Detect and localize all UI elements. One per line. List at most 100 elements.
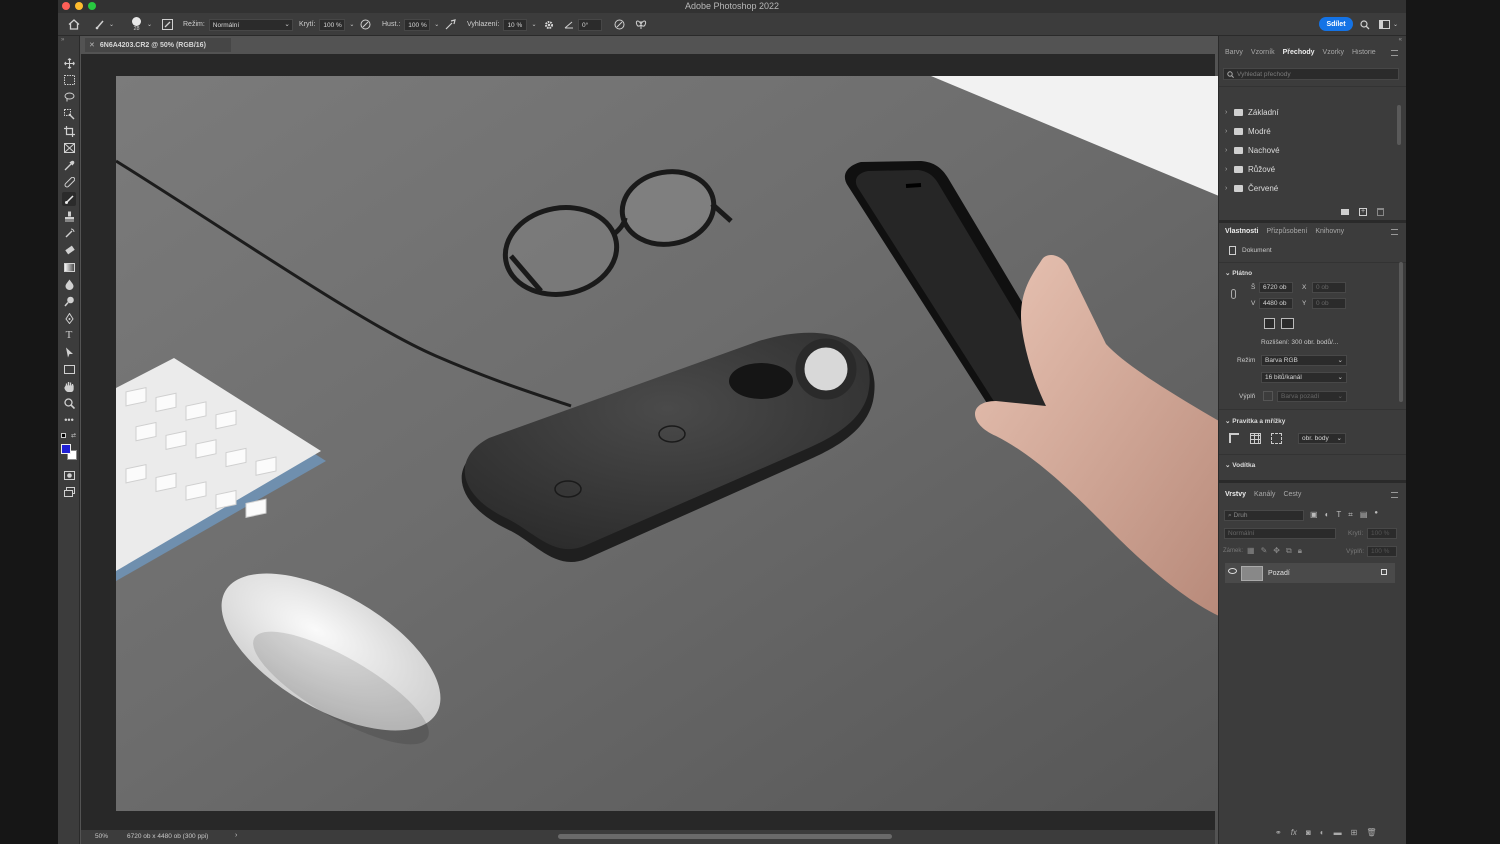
canvas-section-title[interactable]: ⌄ Plátno (1225, 269, 1252, 277)
tab-paths[interactable]: Cesty (1283, 491, 1301, 498)
width-input[interactable]: 6720 ob (1259, 282, 1293, 293)
search-button[interactable] (1360, 13, 1370, 36)
add-mask-icon[interactable]: ◙ (1306, 828, 1311, 837)
chevron-right-icon[interactable]: › (1225, 128, 1229, 135)
trash-icon[interactable] (1377, 208, 1384, 216)
gradient-folder[interactable]: › Základní (1225, 104, 1279, 121)
tab-colors[interactable]: Barvy (1225, 49, 1243, 56)
tab-patterns[interactable]: Vzorky (1323, 49, 1344, 56)
height-input[interactable]: 4480 ob (1259, 298, 1293, 309)
home-button[interactable] (68, 13, 80, 36)
filter-type-icon[interactable]: T (1336, 510, 1341, 520)
blend-mode-select[interactable]: Normální (1224, 528, 1336, 539)
properties-scrollbar[interactable] (1399, 262, 1403, 402)
layer-opacity-input[interactable]: 100 % (1367, 528, 1397, 539)
chevron-right-icon[interactable]: › (235, 832, 237, 839)
swap-colors-icon[interactable]: ⇄ (71, 432, 76, 439)
history-brush-tool[interactable] (62, 226, 76, 240)
lock-transparent-icon[interactable]: ▦ (1247, 546, 1255, 556)
brush-tool[interactable] (62, 192, 76, 206)
clone-stamp-tool[interactable] (62, 209, 76, 223)
default-colors-icon[interactable] (61, 433, 66, 438)
panel-menu-icon[interactable] (1391, 229, 1398, 235)
dodge-tool[interactable] (62, 294, 76, 308)
filter-adjustment-icon[interactable]: ◐ (1325, 510, 1330, 520)
share-button[interactable]: Sdílet (1319, 17, 1353, 31)
collapse-panels-icon[interactable]: « (1399, 37, 1402, 43)
eye-icon[interactable] (1228, 568, 1237, 574)
eyedropper-tool[interactable] (62, 158, 76, 172)
close-tab-icon[interactable]: ✕ (89, 41, 95, 49)
horizontal-scrollbar[interactable] (558, 834, 892, 839)
layer-row-background[interactable]: Pozadí (1225, 563, 1395, 583)
rectangle-tool[interactable] (62, 362, 76, 376)
new-folder-icon[interactable] (1341, 209, 1349, 215)
guides-section-title[interactable]: ⌄ Vodítka (1225, 461, 1255, 469)
brush-size-picker[interactable]: 28 (132, 13, 141, 36)
lock-all-icon[interactable]: 🔒︎ (1298, 546, 1302, 556)
tool-preset-picker[interactable]: ⌄ (95, 13, 114, 36)
tab-libraries[interactable]: Knihovny (1315, 228, 1344, 235)
eraser-tool[interactable] (62, 243, 76, 257)
portrait-orientation-icon[interactable] (1264, 318, 1275, 329)
smoothing-options-button[interactable] (544, 13, 554, 36)
gradient-folder[interactable]: › Červené (1225, 180, 1278, 197)
filter-pixel-icon[interactable]: ▣ (1310, 510, 1318, 520)
lasso-tool[interactable] (62, 90, 76, 104)
workspace-switcher[interactable]: ⌄ (1379, 13, 1398, 36)
symmetry-button[interactable] (635, 13, 647, 36)
chevron-right-icon[interactable]: › (1225, 185, 1229, 192)
tab-properties[interactable]: Vlastnosti (1225, 228, 1258, 235)
airbrush-toggle[interactable] (445, 13, 457, 36)
foreground-color-swatch[interactable] (61, 444, 71, 454)
chevron-right-icon[interactable]: › (1225, 109, 1229, 116)
path-selection-tool[interactable] (62, 345, 76, 359)
chevron-down-icon[interactable]: ⌄ (434, 21, 439, 28)
healing-brush-tool[interactable] (62, 175, 76, 189)
link-icon[interactable] (1231, 289, 1236, 299)
grid-icon[interactable] (1250, 433, 1261, 444)
flow-input[interactable]: 100 % (404, 18, 431, 31)
crop-tool[interactable] (62, 124, 76, 138)
chevron-right-icon[interactable]: › (1225, 147, 1229, 154)
type-tool[interactable]: T (62, 328, 76, 342)
y-input[interactable]: 0 ob (1312, 298, 1346, 309)
screen-mode-button[interactable] (62, 485, 76, 499)
collapse-toolbar-icon[interactable]: » (61, 37, 64, 43)
gradient-folder[interactable]: › Modré (1225, 123, 1271, 140)
adjustment-layer-icon[interactable]: ◐ (1320, 828, 1325, 837)
ruler-unit-select[interactable]: obr. body ⌄ (1298, 433, 1346, 444)
pen-tool[interactable] (62, 311, 76, 325)
hand-tool[interactable] (62, 379, 76, 393)
pressure-opacity-toggle[interactable] (360, 13, 371, 36)
color-mode-select[interactable]: Barva RGB ⌄ (1261, 355, 1347, 366)
chevron-down-icon[interactable]: ⌄ (349, 21, 354, 28)
object-selection-tool[interactable] (62, 107, 76, 121)
new-group-icon[interactable]: ▬ (1334, 828, 1342, 837)
ruler-icon[interactable] (1229, 433, 1239, 443)
gradient-tool[interactable] (62, 260, 76, 274)
tab-layers[interactable]: Vrstvy (1225, 491, 1246, 498)
delete-layer-icon[interactable]: 🗑︎ (1366, 828, 1376, 837)
lock-pixels-icon[interactable]: ✎ (1261, 546, 1268, 556)
lock-artboard-icon[interactable]: ⧉ (1286, 546, 1292, 556)
brush-settings-toggle[interactable] (162, 13, 173, 36)
panel-menu-icon[interactable] (1391, 50, 1398, 56)
mode-select[interactable]: Normální ⌄ (208, 18, 293, 31)
tab-adjustments[interactable]: Přizpůsobení (1266, 228, 1307, 235)
new-layer-icon[interactable]: ⊞ (1351, 828, 1358, 837)
canvas-area[interactable] (81, 54, 1219, 830)
gradient-folder[interactable]: › Nachové (1225, 142, 1280, 159)
zoom-tool[interactable] (62, 396, 76, 410)
move-tool[interactable] (62, 56, 76, 70)
brush-size-chevron[interactable]: ⌄ (147, 13, 152, 36)
gradient-search[interactable]: Vyhledat přechody (1223, 68, 1399, 80)
layer-fill-input[interactable]: 100 % (1367, 546, 1397, 557)
new-gradient-icon[interactable]: + (1359, 208, 1367, 216)
layer-style-icon[interactable]: fx (1291, 828, 1297, 837)
link-layers-icon[interactable]: ⚭ (1275, 828, 1282, 837)
x-input[interactable]: 0 ob (1312, 282, 1346, 293)
tab-gradients[interactable]: Přechody (1283, 49, 1315, 56)
rulers-section-title[interactable]: ⌄ Pravítka a mřížky (1225, 417, 1285, 425)
tab-history[interactable]: Historie (1352, 49, 1378, 56)
